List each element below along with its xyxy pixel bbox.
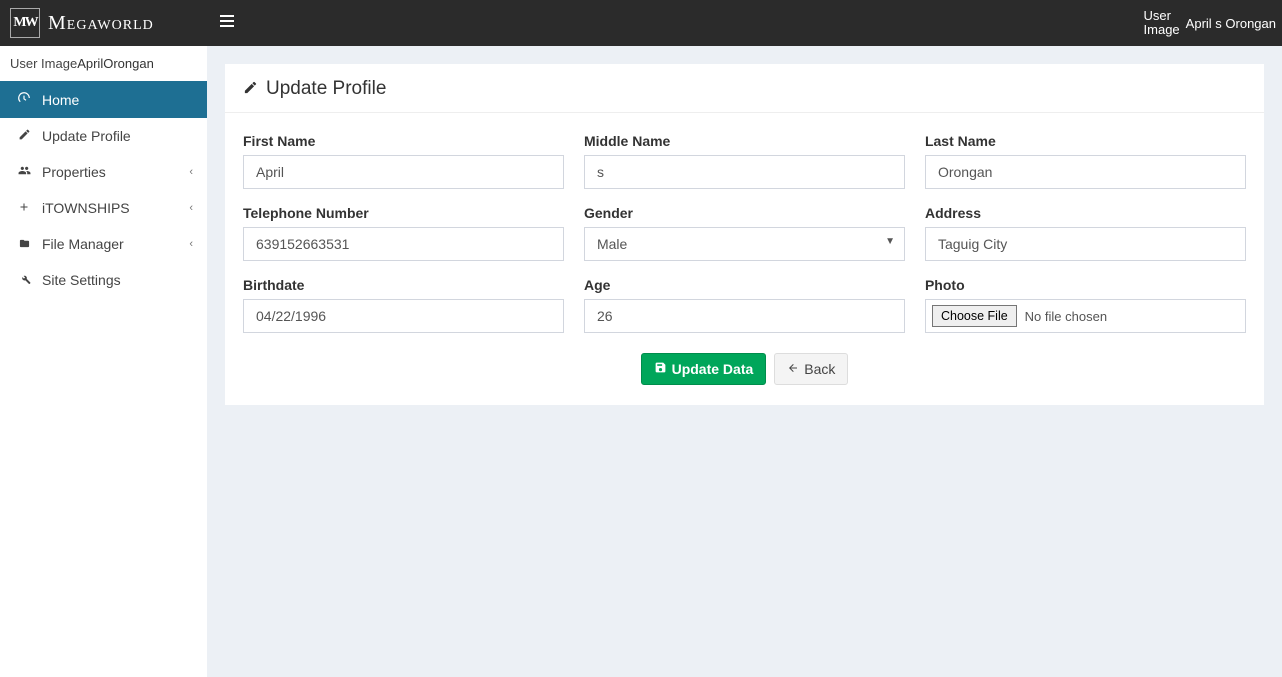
hamburger-icon <box>220 14 234 32</box>
box-header: Update Profile <box>225 64 1264 113</box>
plus-icon <box>14 201 34 216</box>
pencil-icon <box>243 80 258 98</box>
sidebar-user-name: AprilOrongan <box>77 56 154 71</box>
users-icon <box>14 164 34 180</box>
sidebar-item-label: Properties <box>42 164 106 180</box>
middle-name-input[interactable] <box>584 155 905 189</box>
middle-name-label: Middle Name <box>584 133 905 149</box>
sidebar-item-label: Site Settings <box>42 272 121 288</box>
sidebar-item-itownships[interactable]: iTOWNSHIPS ‹ <box>0 190 207 226</box>
gender-select[interactable]: Male <box>584 227 905 261</box>
brand-mark-icon: MW <box>10 8 40 38</box>
sidebar-user-image-label: User Image <box>10 56 77 71</box>
sidebar-nav: Home Update Profile Properties ‹ <box>0 81 207 298</box>
telephone-label: Telephone Number <box>243 205 564 221</box>
content-wrapper: Update Profile First Name Middle Name La… <box>207 0 1282 677</box>
user-image-label: User Image <box>1144 9 1180 38</box>
sidebar-item-label: File Manager <box>42 236 124 252</box>
birthdate-input[interactable] <box>243 299 564 333</box>
last-name-label: Last Name <box>925 133 1246 149</box>
sidebar-item-update-profile[interactable]: Update Profile <box>0 118 207 154</box>
choose-file-button[interactable]: Choose File <box>932 305 1017 327</box>
telephone-input[interactable] <box>243 227 564 261</box>
brand-name: Megaworld <box>48 12 154 35</box>
sidebar-item-label: iTOWNSHIPS <box>42 200 130 216</box>
header-user-name: April s Orongan <box>1186 16 1276 31</box>
update-data-button[interactable]: Update Data <box>641 353 767 385</box>
form-actions: Update Data Back <box>243 353 1246 385</box>
arrow-left-icon <box>787 362 799 377</box>
photo-file-input[interactable]: Choose File No file chosen <box>925 299 1246 333</box>
pencil-icon <box>14 128 34 144</box>
profile-form-box: Update Profile First Name Middle Name La… <box>225 64 1264 405</box>
last-name-input[interactable] <box>925 155 1246 189</box>
sidebar-item-properties[interactable]: Properties ‹ <box>0 154 207 190</box>
chevron-left-icon: ‹ <box>189 202 193 214</box>
age-label: Age <box>584 277 905 293</box>
sidebar: User Image AprilOrongan Home Update Prof… <box>0 46 207 677</box>
sidebar-item-label: Home <box>42 92 79 108</box>
folder-icon <box>14 237 34 252</box>
photo-label: Photo <box>925 277 1246 293</box>
page-title: Update Profile <box>266 78 386 100</box>
dashboard-icon <box>14 91 34 108</box>
brand-logo[interactable]: MW Megaworld <box>0 0 207 46</box>
address-label: Address <box>925 205 1246 221</box>
save-icon <box>654 361 667 377</box>
address-input[interactable] <box>925 227 1246 261</box>
gender-label: Gender <box>584 205 905 221</box>
sidebar-item-file-manager[interactable]: File Manager ‹ <box>0 226 207 262</box>
top-header: MW Megaworld User Image April s Orongan <box>0 0 1282 46</box>
sidebar-user-panel: User Image AprilOrongan <box>0 46 207 81</box>
age-input[interactable] <box>584 299 905 333</box>
sidebar-item-home[interactable]: Home <box>0 81 207 118</box>
birthdate-label: Birthdate <box>243 277 564 293</box>
sidebar-item-label: Update Profile <box>42 128 131 144</box>
back-label: Back <box>804 361 835 377</box>
sidebar-item-site-settings[interactable]: Site Settings <box>0 262 207 298</box>
chevron-left-icon: ‹ <box>189 238 193 250</box>
file-chosen-text: No file chosen <box>1025 309 1107 324</box>
sidebar-toggle-button[interactable] <box>207 14 247 32</box>
chevron-left-icon: ‹ <box>189 166 193 178</box>
wrench-icon <box>14 272 34 288</box>
first-name-label: First Name <box>243 133 564 149</box>
header-user-area[interactable]: User Image April s Orongan <box>1144 9 1282 38</box>
update-data-label: Update Data <box>672 361 754 377</box>
first-name-input[interactable] <box>243 155 564 189</box>
back-button[interactable]: Back <box>774 353 848 385</box>
form-body: First Name Middle Name Last Name Telepho… <box>225 113 1264 385</box>
